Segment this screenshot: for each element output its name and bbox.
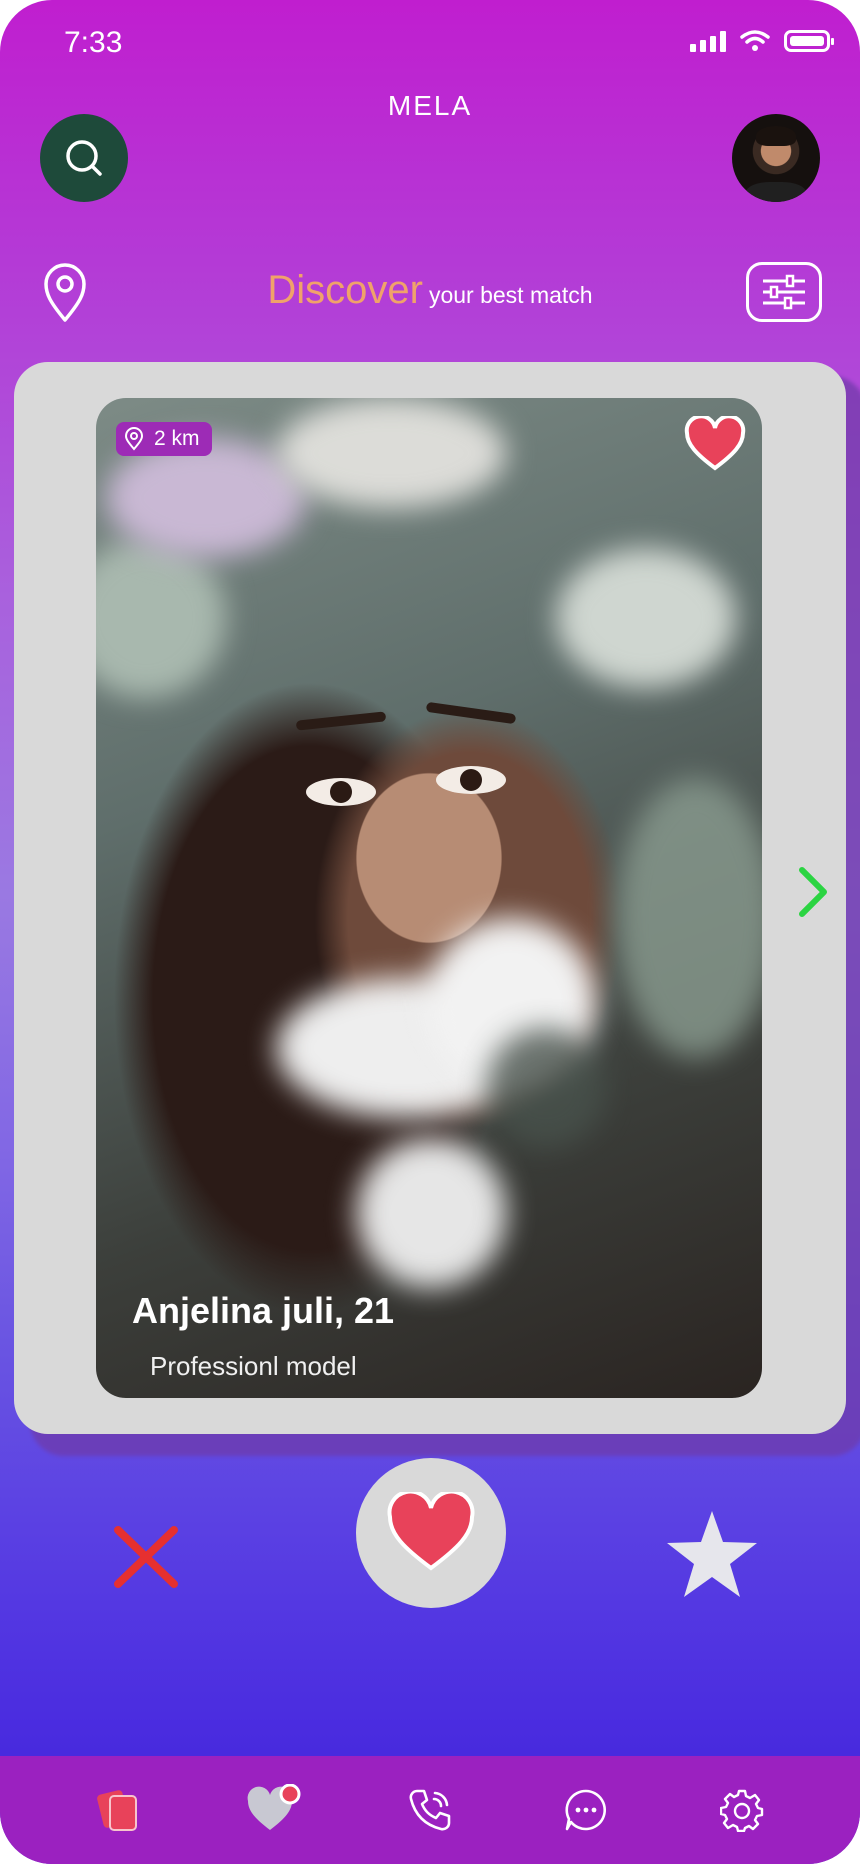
status-icons [690,30,834,52]
star-icon [667,1511,757,1597]
nav-likes[interactable] [244,1780,304,1840]
profile-photo[interactable]: 2 km Anjelina juli, 21 Professionl model [96,398,762,1398]
profile-name: Anjelina juli, 21 [132,1290,395,1331]
wifi-icon [740,30,770,51]
discover-heading: Discover your best match [0,268,860,313]
signal-icon [690,30,726,52]
battery-icon [784,30,834,52]
like-button[interactable] [356,1458,506,1608]
search-icon [66,140,102,176]
nav-chat[interactable] [556,1780,616,1840]
distance-badge: 2 km [116,422,212,456]
discover-title: Discover [267,268,423,312]
next-profile-button[interactable] [796,866,830,918]
search-button[interactable] [40,114,128,202]
app-screen: 7:33 MELA Discover your best match 2 km … [0,0,860,1864]
bottom-navigation [0,1756,860,1864]
gear-icon [720,1789,764,1832]
distance-text: 2 km [154,427,200,450]
phone-icon [409,1789,451,1831]
superlike-button[interactable] [664,1508,760,1600]
app-logo: MELA [387,90,473,121]
filter-button[interactable] [746,262,822,322]
cards-icon [97,1790,137,1831]
sliders-icon [763,274,805,310]
nav-settings[interactable] [712,1780,772,1840]
heart-badge-icon [247,1784,301,1830]
chat-icon [565,1789,607,1831]
profile-occupation: Professionl model [150,1351,357,1381]
status-time: 7:33 [64,26,123,59]
location-pin-icon [124,427,144,451]
favorite-button[interactable] [684,414,746,472]
nav-cards[interactable] [88,1780,148,1840]
chevron-right-icon [799,867,827,917]
dislike-button[interactable] [112,1524,182,1594]
nav-calls[interactable] [400,1780,460,1840]
heart-icon [684,414,746,471]
user-avatar[interactable] [732,114,820,202]
discover-subtitle: your best match [428,282,593,308]
heart-icon [387,1492,475,1571]
close-icon [114,1526,178,1588]
